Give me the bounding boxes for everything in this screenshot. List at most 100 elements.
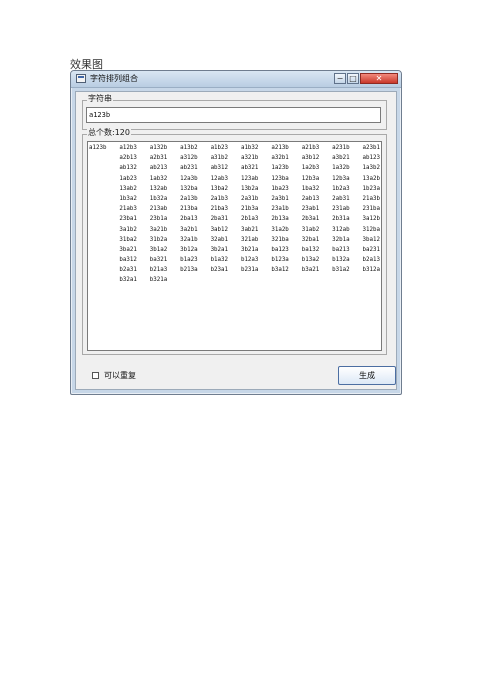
permutation-item: 2ba31 xyxy=(210,216,229,223)
results-groupbox: 总个数:120 a123b a12b3 a132b a13b2 a1b23 a1b32 a2… xyxy=(82,128,387,355)
permutation-item: 3b1a2 xyxy=(149,246,168,253)
permutation-item: a31b2 xyxy=(210,155,229,162)
permutation-item: 13a2b xyxy=(362,175,380,182)
permutation-item: 1b23a xyxy=(362,185,380,192)
permutation-item: 23b1a xyxy=(149,216,168,223)
permutation-item xyxy=(271,275,301,285)
permutation-item: a32b1 xyxy=(271,155,289,162)
permutation-item: b132a xyxy=(332,257,350,264)
permutation-item: a312b xyxy=(180,155,198,162)
minimize-button[interactable]: − xyxy=(334,73,346,84)
permutation-item: b13a2 xyxy=(301,257,320,264)
maximize-button[interactable]: □ xyxy=(347,73,359,84)
repeat-checkbox-label: 可以重复 xyxy=(104,371,136,380)
permutation-item: 2ba13 xyxy=(180,216,198,223)
permutation-item xyxy=(363,275,381,285)
permutation-item: ab213 xyxy=(149,165,168,172)
permutation-item: 132ab xyxy=(149,185,168,192)
permutation-item: 32b1a xyxy=(332,236,350,243)
permutation-item: 3a2b1 xyxy=(180,226,198,233)
input-group-label: 字符串 xyxy=(87,94,113,104)
repeat-checkbox[interactable] xyxy=(92,372,99,379)
permutation-item: 21ba3 xyxy=(210,206,229,213)
permutation-item xyxy=(89,245,119,255)
permutation-item: b231a xyxy=(240,267,259,274)
permutation-item: a13b2 xyxy=(180,145,198,151)
permutation-item: ab132 xyxy=(119,165,137,172)
permutation-item: a12b3 xyxy=(119,145,137,151)
permutation-item: 21b3a xyxy=(240,206,259,213)
permutation-item: 2b13a xyxy=(271,216,289,223)
permutation-item xyxy=(89,194,119,204)
permutation-item: 3a12b xyxy=(362,216,380,223)
results-textarea[interactable]: a123b a12b3 a132b a13b2 a1b23 a1b32 a213b a21b3… xyxy=(87,141,382,351)
permutation-item: 1a2b3 xyxy=(301,165,320,172)
app-window-icon xyxy=(76,74,86,83)
permutation-item: ba123 xyxy=(271,246,289,253)
window-title: 字符排列组合 xyxy=(90,74,138,83)
permutation-item: 31a2b xyxy=(271,226,289,233)
permutation-item: 3ab12 xyxy=(210,226,229,233)
permutation-item: 2a13b xyxy=(180,195,198,202)
permutation-item: a123b xyxy=(89,145,107,151)
permutation-item: 312ba xyxy=(362,226,380,233)
permutation-item: ba312 xyxy=(119,257,137,264)
permutation-item: 31b2a xyxy=(149,236,168,243)
permutation-item: 123ba xyxy=(271,175,289,182)
permutation-item: 21a3b xyxy=(362,195,380,202)
permutation-item: 321ba xyxy=(271,236,289,243)
permutation-item: b21a3 xyxy=(149,267,168,274)
permutation-item: a2b31 xyxy=(149,155,168,162)
permutation-item: 32ba1 xyxy=(301,236,320,243)
permutation-item: ab123 xyxy=(362,155,380,162)
permutation-item: 1ba32 xyxy=(301,185,320,192)
permutation-item: 3a21b xyxy=(149,226,168,233)
permutation-item: 1b32a xyxy=(149,195,168,202)
permutation-item xyxy=(302,275,332,285)
permutation-item: 312ab xyxy=(332,226,350,233)
results-group-label: 总个数:120 xyxy=(87,128,131,138)
permutation-item xyxy=(89,204,119,214)
permutation-item: 1a32b xyxy=(332,165,350,172)
permutation-item: a132b xyxy=(149,145,168,151)
title-bar[interactable]: 字符排列组合 − □ ✕ xyxy=(71,71,401,88)
permutation-item: 23ab1 xyxy=(301,206,320,213)
permutation-item xyxy=(89,214,119,224)
permutation-item: 2b1a3 xyxy=(240,216,259,223)
close-button[interactable]: ✕ xyxy=(360,73,398,84)
permutation-item: a213b xyxy=(271,145,289,151)
permutation-item: b23a1 xyxy=(210,267,229,274)
permutation-item: a1b23 xyxy=(210,145,229,151)
permutation-item: b2a31 xyxy=(119,267,137,274)
permutation-item: ab321 xyxy=(240,165,259,172)
permutation-item: ba321 xyxy=(149,257,168,264)
window-client-area: 字符串 a123b 总个数:120 a123b a12b3 a132b a13b2 a1… xyxy=(75,91,397,390)
permutation-item: 2a31b xyxy=(240,195,259,202)
permutation-item: 213ba xyxy=(180,206,198,213)
permutation-item: b12a3 xyxy=(240,257,259,264)
permutation-item: 13ba2 xyxy=(210,185,229,192)
permutation-item: 123ab xyxy=(240,175,259,182)
permutation-item: 231ab xyxy=(332,206,350,213)
permutation-item: 1ab32 xyxy=(149,175,168,182)
generate-button[interactable]: 生成 xyxy=(338,366,396,385)
permutation-item: 1b2a3 xyxy=(332,185,350,192)
permutation-item: 32a1b xyxy=(180,236,198,243)
permutation-item: 32ab1 xyxy=(210,236,229,243)
permutation-item: 3b12a xyxy=(180,246,198,253)
permutation-item: b321a xyxy=(149,277,168,284)
permutation-item xyxy=(89,184,119,194)
permutation-item: ba132 xyxy=(301,246,320,253)
permutation-item xyxy=(89,265,119,275)
permutation-item: 2a1b3 xyxy=(210,195,229,202)
permutation-item: a21b3 xyxy=(301,145,320,151)
permutation-item: 31ba2 xyxy=(119,236,137,243)
permutation-item: 321ab xyxy=(240,236,259,243)
permutation-item: 3ba12 xyxy=(362,236,380,243)
permutation-item: a23b1 xyxy=(362,145,380,151)
permutation-item: b1a23 xyxy=(180,257,198,264)
string-input[interactable]: a123b xyxy=(86,107,381,123)
permutation-item: 3ba21 xyxy=(119,246,137,253)
permutation-item: 1ab23 xyxy=(119,175,137,182)
permutation-item: 2a3b1 xyxy=(271,195,289,202)
